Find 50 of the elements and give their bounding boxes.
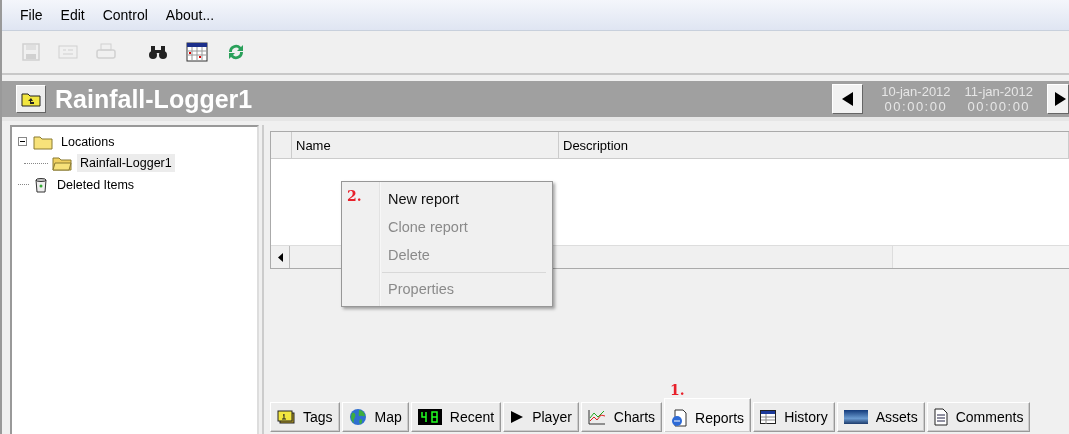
tab[interactable]: Comments xyxy=(926,402,1031,432)
menu-item[interactable]: Control xyxy=(102,7,148,23)
next-button[interactable] xyxy=(1047,84,1069,114)
tab[interactable]: Assets xyxy=(836,402,925,432)
menu-item[interactable]: Edit xyxy=(60,7,85,23)
collapse-icon[interactable] xyxy=(18,137,29,146)
menu-item[interactable]: File xyxy=(20,7,43,23)
tree-item[interactable]: Deleted Items xyxy=(54,175,138,194)
digital-display-icon xyxy=(417,409,442,425)
start-time: 00:00:00 xyxy=(884,99,948,114)
card-icon xyxy=(58,45,78,59)
tree-item[interactable]: Locations xyxy=(58,132,118,151)
tree-item[interactable]: Rainfall-Logger1 xyxy=(77,154,175,172)
tab[interactable]: Tags xyxy=(270,402,340,432)
step-annotation: 1. xyxy=(670,382,685,398)
printer-icon xyxy=(96,43,116,61)
table-icon xyxy=(760,410,777,424)
tab[interactable]: Charts xyxy=(580,402,663,432)
refresh-icon xyxy=(226,42,246,62)
tag-icon xyxy=(277,410,295,424)
column-header[interactable]: Name xyxy=(292,132,559,158)
menu-item[interactable]: About... xyxy=(165,7,215,23)
tab[interactable]: Recent xyxy=(410,402,502,432)
step-annotation: 2. xyxy=(347,188,362,204)
open-folder-icon xyxy=(52,155,72,171)
tab[interactable]: Player xyxy=(503,402,579,432)
end-time: 00:00:00 xyxy=(967,99,1031,114)
binoculars-icon xyxy=(148,44,168,60)
left-triangle-icon xyxy=(841,92,854,106)
play-icon xyxy=(510,410,525,424)
calendar-icon xyxy=(186,42,208,62)
line-chart-icon xyxy=(587,409,606,425)
tab[interactable]: Reports xyxy=(664,398,752,432)
column-header[interactable]: Description xyxy=(559,132,1069,158)
right-triangle-icon xyxy=(1054,92,1066,106)
end-date: 11-jan-2012 xyxy=(964,84,1033,99)
start-date: 10-jan-2012 xyxy=(881,84,951,99)
folder-icon xyxy=(33,133,53,150)
document-icon xyxy=(933,408,948,426)
landscape-picture-icon xyxy=(843,410,868,424)
menu-item[interactable]: New report xyxy=(382,185,550,213)
previous-button[interactable] xyxy=(832,84,864,114)
tab[interactable]: Map xyxy=(341,402,409,432)
trash-can-icon xyxy=(33,176,49,193)
tab[interactable]: History xyxy=(753,402,835,432)
location-title: Rainfall-Logger1 xyxy=(55,84,253,114)
folder-up-icon xyxy=(21,91,41,107)
globe-icon xyxy=(348,408,367,426)
up-folder-button[interactable] xyxy=(16,85,46,113)
document-icon xyxy=(671,408,688,427)
